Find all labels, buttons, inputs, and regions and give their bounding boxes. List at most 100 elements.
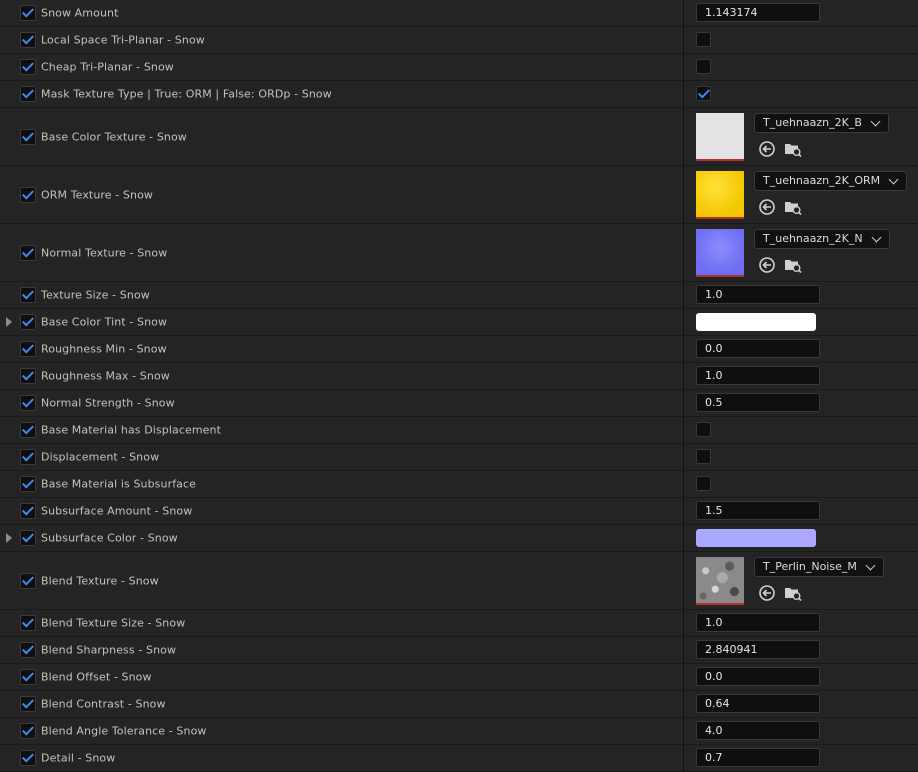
parameter-enable-checkbox[interactable]	[20, 368, 36, 384]
parameter-enable-checkbox[interactable]	[20, 422, 36, 438]
parameter-value-cell: 1.143174	[684, 0, 918, 26]
numeric-input[interactable]: 0.7	[696, 748, 820, 767]
parameter-value-cell: 0.0	[684, 336, 918, 362]
parameter-enable-checkbox[interactable]	[20, 696, 36, 712]
parameter-enable-checkbox[interactable]	[20, 287, 36, 303]
numeric-input[interactable]: 0.0	[696, 339, 820, 358]
parameter-enable-checkbox[interactable]	[20, 530, 36, 546]
parameter-name-cell: Normal Texture - Snow	[0, 224, 683, 281]
parameter-enable-checkbox[interactable]	[20, 341, 36, 357]
parameter-enable-checkbox[interactable]	[20, 572, 36, 589]
expand-arrow-icon[interactable]	[6, 533, 12, 543]
parameter-label: Mask Texture Type | True: ORM | False: O…	[41, 87, 332, 101]
parameter-name-cell: Blend Texture Size - Snow	[0, 610, 683, 636]
parameter-enable-checkbox[interactable]	[20, 669, 36, 685]
texture-thumbnail[interactable]	[696, 229, 744, 277]
asset-picker-dropdown[interactable]: T_uehnaazn_2K_ORM	[754, 171, 908, 191]
parameter-enable-checkbox[interactable]	[20, 449, 36, 465]
parameter-name-cell: Blend Sharpness - Snow	[0, 637, 683, 663]
parameter-row: Base Material is Subsurface	[0, 471, 918, 497]
parameter-label: Cheap Tri-Planar - Snow	[41, 60, 174, 74]
parameter-label: ORM Texture - Snow	[41, 188, 153, 201]
parameter-enable-checkbox[interactable]	[20, 723, 36, 739]
numeric-input[interactable]: 0.5	[696, 393, 820, 412]
parameter-value-cell: T_uehnaazn_2K_B	[684, 108, 918, 165]
parameter-row: Blend Offset - Snow 0.0	[0, 664, 918, 690]
parameter-name-cell: Roughness Max - Snow	[0, 363, 683, 389]
parameter-name-cell: Subsurface Color - Snow	[0, 525, 683, 551]
parameter-row: Base Color Texture - Snow T_uehnaazn_2K_B	[0, 108, 918, 165]
parameter-enable-checkbox[interactable]	[20, 32, 36, 48]
value-checkbox[interactable]	[696, 86, 711, 101]
parameter-enable-checkbox[interactable]	[20, 86, 36, 102]
value-checkbox[interactable]	[696, 449, 711, 464]
numeric-input[interactable]: 4.0	[696, 721, 820, 740]
column-splitter[interactable]	[683, 0, 684, 772]
use-selected-asset-icon[interactable]	[758, 198, 776, 216]
browse-asset-icon[interactable]	[784, 140, 802, 158]
parameter-enable-checkbox[interactable]	[20, 128, 36, 145]
asset-picker-dropdown[interactable]: T_Perlin_Noise_M	[754, 557, 884, 577]
numeric-input[interactable]: 2.840941	[696, 640, 820, 659]
browse-asset-icon[interactable]	[784, 198, 802, 216]
parameter-enable-checkbox[interactable]	[20, 503, 36, 519]
parameter-enable-checkbox[interactable]	[20, 5, 36, 21]
parameter-row: Detail - Snow 0.7	[0, 745, 918, 771]
parameter-value-cell: 4.0	[684, 718, 918, 744]
value-checkbox[interactable]	[696, 422, 711, 437]
parameter-enable-checkbox[interactable]	[20, 314, 36, 330]
parameter-label: Roughness Max - Snow	[41, 369, 170, 383]
use-selected-asset-icon[interactable]	[758, 256, 776, 274]
browse-asset-icon[interactable]	[784, 256, 802, 274]
browse-asset-icon[interactable]	[784, 584, 802, 602]
parameter-label: Roughness Min - Snow	[41, 342, 167, 356]
numeric-input[interactable]: 0.0	[696, 667, 820, 686]
parameter-name-cell: Subsurface Amount - Snow	[0, 498, 683, 524]
parameter-value-cell: 0.5	[684, 390, 918, 416]
parameter-enable-checkbox[interactable]	[20, 750, 36, 766]
parameter-name-cell: ORM Texture - Snow	[0, 166, 683, 223]
expand-arrow-icon[interactable]	[6, 317, 12, 327]
value-checkbox[interactable]	[696, 59, 711, 74]
parameter-enable-checkbox[interactable]	[20, 59, 36, 75]
numeric-input[interactable]: 1.0	[696, 366, 820, 385]
numeric-input[interactable]: 1.0	[696, 613, 820, 632]
parameter-row: Roughness Max - Snow 1.0	[0, 363, 918, 389]
parameter-enable-checkbox[interactable]	[20, 395, 36, 411]
texture-thumbnail[interactable]	[696, 113, 744, 161]
asset-picker-dropdown[interactable]: T_uehnaazn_2K_B	[754, 113, 889, 133]
parameter-name-cell: Base Color Texture - Snow	[0, 108, 683, 165]
parameter-value-cell: 2.840941	[684, 637, 918, 663]
numeric-input[interactable]: 0.64	[696, 694, 820, 713]
use-selected-asset-icon[interactable]	[758, 140, 776, 158]
parameter-name-cell: Blend Contrast - Snow	[0, 691, 683, 717]
color-swatch[interactable]	[696, 313, 816, 331]
asset-picker-dropdown[interactable]: T_uehnaazn_2K_N	[754, 229, 890, 249]
parameter-enable-checkbox[interactable]	[20, 186, 36, 203]
parameter-value-cell	[684, 81, 918, 107]
texture-thumbnail[interactable]	[696, 557, 744, 605]
numeric-input[interactable]: 1.0	[696, 285, 820, 304]
parameter-enable-checkbox[interactable]	[20, 642, 36, 658]
texture-thumbnail[interactable]	[696, 171, 744, 219]
parameter-label: Normal Strength - Snow	[41, 396, 175, 410]
parameter-label: Normal Texture - Snow	[41, 246, 168, 259]
parameter-label: Base Color Tint - Snow	[41, 315, 168, 329]
use-selected-asset-icon[interactable]	[758, 584, 776, 602]
numeric-input[interactable]: 1.5	[696, 501, 820, 520]
parameter-enable-checkbox[interactable]	[20, 476, 36, 492]
parameter-row: Blend Angle Tolerance - Snow 4.0	[0, 718, 918, 744]
numeric-input[interactable]: 1.143174	[696, 3, 820, 22]
parameter-value-cell: 1.0	[684, 282, 918, 308]
parameter-value-cell	[684, 309, 918, 335]
parameter-name-cell: Texture Size - Snow	[0, 282, 683, 308]
parameter-value-cell	[684, 525, 918, 551]
color-swatch[interactable]	[696, 529, 816, 547]
parameter-name-cell: Base Material has Displacement	[0, 417, 683, 443]
value-checkbox[interactable]	[696, 476, 711, 491]
value-checkbox[interactable]	[696, 32, 711, 47]
parameter-row: Base Color Tint - Snow	[0, 309, 918, 335]
parameter-enable-checkbox[interactable]	[20, 615, 36, 631]
parameter-value-cell: 0.0	[684, 664, 918, 690]
parameter-enable-checkbox[interactable]	[20, 244, 36, 261]
